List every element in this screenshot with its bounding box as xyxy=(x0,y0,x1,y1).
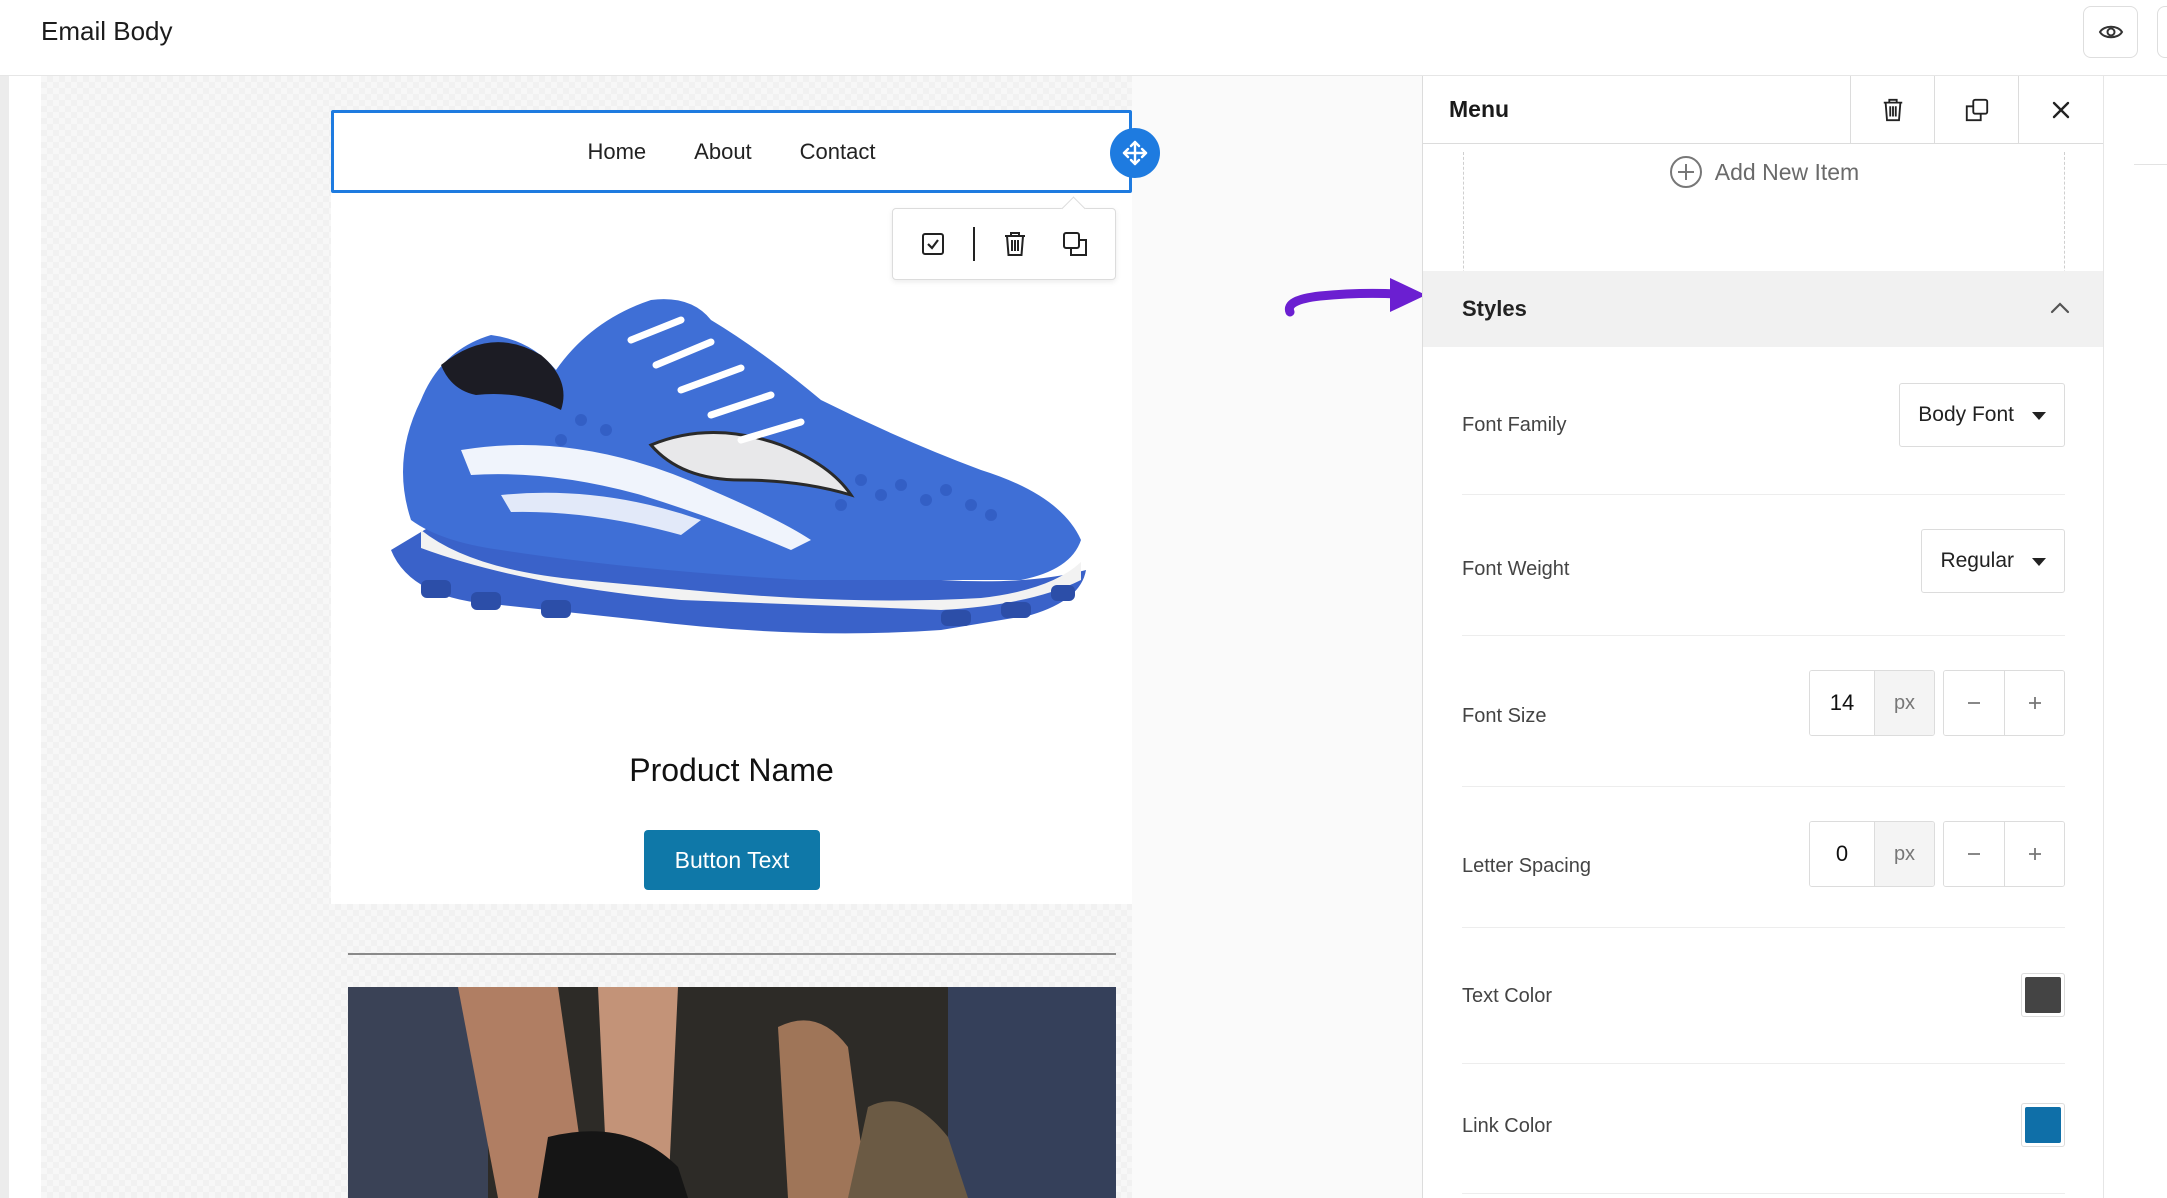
canvas-margin xyxy=(1132,76,1422,1198)
minus-icon xyxy=(1968,702,1980,704)
panel-delete-button[interactable] xyxy=(1850,76,1934,144)
close-icon xyxy=(2052,101,2069,119)
plus-circle-icon xyxy=(1669,156,1702,188)
trash-icon xyxy=(1005,232,1025,256)
duplicate-icon xyxy=(1965,98,1988,122)
letter-spacing-input[interactable]: 0 xyxy=(1810,822,1874,886)
trash-icon xyxy=(1883,98,1902,122)
font-family-label: Font Family xyxy=(1462,414,1567,436)
menu-link-home[interactable]: Home xyxy=(587,139,646,165)
duplicate-block-button[interactable] xyxy=(1055,224,1095,264)
add-new-item-label: Add New Item xyxy=(1714,158,1860,185)
caret-down-icon xyxy=(2032,412,2046,420)
cta-button[interactable]: Button Text xyxy=(644,830,820,890)
font-family-row: Font Family Body Font xyxy=(1462,371,2065,495)
text-color-label: Text Color xyxy=(1462,985,1553,1007)
delete-block-button[interactable] xyxy=(995,224,1035,264)
letter-spacing-field: 0 px xyxy=(1809,821,1935,887)
styles-section-header[interactable]: Styles xyxy=(1423,271,2104,347)
font-size-control: 14 px xyxy=(1809,670,2065,736)
preview-button[interactable] xyxy=(2083,6,2138,58)
link-color-swatch xyxy=(2025,1107,2061,1143)
toolbar-overflow-button[interactable] xyxy=(2157,6,2167,58)
hero-photo[interactable] xyxy=(348,987,1116,1198)
letter-spacing-unit: px xyxy=(1874,822,1934,886)
font-size-input[interactable]: 14 xyxy=(1810,671,1874,735)
block-toolbar xyxy=(892,208,1116,280)
font-size-label: Font Size xyxy=(1462,705,1547,727)
font-weight-select[interactable]: Regular xyxy=(1921,529,2065,593)
link-color-label: Link Color xyxy=(1462,1115,1553,1137)
letter-spacing-control: 0 px xyxy=(1809,821,2065,887)
checkbox-icon xyxy=(922,233,944,255)
letter-spacing-row: Letter Spacing 0 px xyxy=(1462,787,2065,928)
divider[interactable] xyxy=(348,953,1116,955)
font-size-row: Font Size 14 px xyxy=(1462,636,2065,787)
move-icon xyxy=(1122,140,1148,166)
minus-icon xyxy=(1968,853,1980,855)
left-gutter xyxy=(0,76,9,1198)
font-size-unit: px xyxy=(1874,671,1934,735)
menu-link-contact[interactable]: Contact xyxy=(800,139,876,165)
menu-block-selected[interactable]: Home About Contact xyxy=(331,110,1132,193)
font-weight-value: Regular xyxy=(1940,549,2014,572)
chevron-up-icon xyxy=(2050,302,2070,314)
product-name[interactable]: Product Name xyxy=(331,752,1132,789)
letter-spacing-stepper xyxy=(1943,821,2065,887)
panel-header: Menu xyxy=(1423,76,2104,144)
panel-close-button[interactable] xyxy=(2018,76,2102,144)
font-family-value: Body Font xyxy=(1918,403,2014,426)
font-size-increment[interactable] xyxy=(2004,671,2064,735)
font-size-stepper xyxy=(1943,670,2065,736)
letter-spacing-increment[interactable] xyxy=(2004,822,2064,886)
product-image[interactable] xyxy=(381,280,1101,650)
caret-down-icon xyxy=(2032,558,2046,566)
font-size-decrement[interactable] xyxy=(1944,671,2004,735)
styles-title: Styles xyxy=(1462,296,1527,321)
text-color-picker[interactable] xyxy=(2021,973,2065,1017)
add-new-item-button[interactable]: Add New Item xyxy=(1463,152,2065,192)
select-block-button[interactable] xyxy=(913,224,953,264)
menu-link-about[interactable]: About xyxy=(694,139,752,165)
panel-title: Menu xyxy=(1449,96,1510,122)
link-color-picker[interactable] xyxy=(2021,1103,2065,1147)
toolbar-separator xyxy=(973,227,975,261)
plus-icon xyxy=(2028,848,2041,860)
letter-spacing-decrement[interactable] xyxy=(1944,822,2004,886)
font-weight-label: Font Weight xyxy=(1462,558,1570,580)
font-weight-row: Font Weight Regular xyxy=(1462,495,2065,636)
font-size-field: 14 px xyxy=(1809,670,1935,736)
text-color-row: Text Color xyxy=(1462,928,2065,1064)
top-bar: Email Body xyxy=(0,0,2167,76)
panel-duplicate-button[interactable] xyxy=(1934,76,2018,144)
duplicate-icon xyxy=(1063,232,1087,256)
page-title: Email Body xyxy=(41,16,173,46)
text-color-swatch xyxy=(2025,977,2061,1013)
font-family-select[interactable]: Body Font xyxy=(1899,383,2065,447)
move-handle[interactable] xyxy=(1110,128,1160,178)
settings-panel: Menu Add New Item Styles Font Family Bod… xyxy=(1422,76,2104,1198)
eye-icon xyxy=(2098,25,2123,39)
right-edge-strip xyxy=(2103,76,2167,1198)
plus-icon xyxy=(2028,697,2041,709)
annotation-arrow xyxy=(1284,278,1426,317)
letter-spacing-label: Letter Spacing xyxy=(1462,855,1591,877)
link-color-row: Link Color xyxy=(1462,1064,2065,1194)
